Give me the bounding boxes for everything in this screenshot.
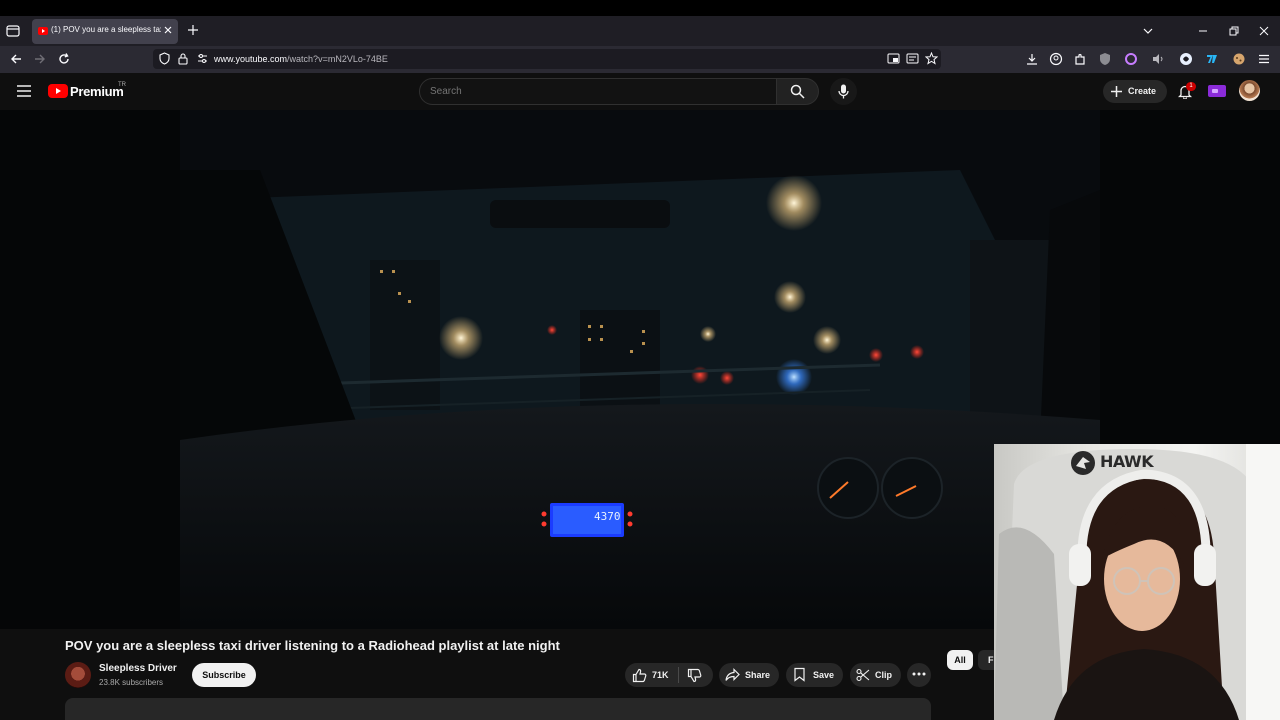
picture-in-picture-icon[interactable] [887, 52, 900, 65]
video-title: POV you are a sleepless taxi driver list… [65, 638, 560, 653]
downloads-icon[interactable] [1025, 52, 1039, 66]
create-label: Create [1128, 86, 1157, 96]
account-icon[interactable] [1049, 52, 1063, 66]
notification-badge: 1 [1186, 82, 1196, 91]
url-text[interactable]: www.youtube.com/watch?v=mN2VLo-74BE [214, 54, 388, 64]
cookie-extension-icon[interactable] [1232, 52, 1246, 66]
back-arrow-icon[interactable] [9, 52, 23, 66]
user-avatar[interactable] [1239, 80, 1260, 101]
more-horizontal-icon [912, 672, 926, 676]
new-tab-icon[interactable] [187, 24, 199, 36]
hawk-chair-logo-icon [1070, 450, 1096, 476]
tracking-protection-shield-icon[interactable] [158, 52, 171, 65]
scissors-icon [856, 668, 870, 682]
description-box[interactable] [65, 698, 931, 720]
streamer-webcam-image [994, 444, 1280, 720]
url-path: /watch?v=mN2VLo-74BE [287, 54, 388, 64]
subscriber-count: 23.8K subscribers [99, 678, 164, 687]
webcam-overlay [994, 444, 1280, 720]
chevron-down-icon[interactable] [1142, 25, 1154, 37]
premium-extension-icon[interactable] [1208, 85, 1226, 97]
channel-name[interactable]: Sleepless Driver [99, 663, 177, 674]
bookmark-icon [793, 667, 806, 682]
plus-icon [1110, 85, 1123, 98]
microphone-icon [838, 84, 849, 99]
bookmark-star-icon[interactable] [925, 52, 938, 65]
save-label: Save [813, 670, 835, 680]
subscribe-button[interactable]: Subscribe [192, 663, 256, 687]
like-count[interactable]: 71K [652, 670, 669, 680]
chip-all[interactable]: All [947, 650, 973, 670]
youtube-logo-icon[interactable] [48, 84, 68, 98]
youtube-favicon-icon [38, 26, 48, 36]
lock-icon[interactable] [177, 52, 189, 65]
extension-circle-icon[interactable] [1124, 52, 1138, 66]
reader-view-icon[interactable] [906, 52, 919, 65]
clip-label: Clip [875, 670, 892, 680]
dislike-thumbs-down-icon[interactable] [687, 668, 702, 683]
seven-tv-extension-icon[interactable] [1205, 52, 1219, 66]
permissions-icon[interactable] [196, 52, 209, 65]
window-top-border [0, 0, 1280, 16]
hamburger-menu-icon[interactable] [1257, 52, 1271, 66]
close-tab-icon[interactable] [162, 24, 174, 36]
tab-title: (1) POV you are a sleepless taxi driver … [51, 25, 161, 34]
search-input[interactable] [430, 86, 760, 97]
close-window-icon[interactable] [1258, 25, 1270, 37]
like-thumbs-up-icon[interactable] [632, 668, 647, 683]
guide-menu-icon[interactable] [16, 84, 32, 98]
minimize-icon[interactable] [1197, 25, 1209, 37]
reload-icon[interactable] [57, 52, 71, 66]
chair-brand-text: HAWK [1100, 452, 1154, 471]
like-divider [678, 667, 679, 683]
forward-arrow-icon[interactable] [33, 52, 47, 66]
extensions-puzzle-icon[interactable] [1073, 52, 1087, 66]
taximeter-reading: 4370 [594, 510, 621, 523]
share-label: Share [745, 670, 771, 680]
translate-extension-icon[interactable] [1179, 52, 1193, 66]
ublock-shield-icon[interactable] [1098, 52, 1112, 66]
video-frame[interactable]: 4370 [180, 110, 1100, 629]
share-arrow-icon [725, 668, 740, 682]
country-code: TR [118, 82, 126, 88]
url-host: www.youtube.com [214, 54, 288, 64]
taxi-night-scene: 4370 [180, 110, 1100, 629]
restore-icon[interactable] [1228, 25, 1240, 37]
youtube-premium-wordmark[interactable]: Premium [70, 84, 124, 99]
audio-speaker-icon[interactable] [1151, 52, 1165, 66]
search-icon [790, 84, 805, 99]
tab-list-icon[interactable] [4, 22, 22, 40]
channel-avatar[interactable] [65, 662, 91, 688]
